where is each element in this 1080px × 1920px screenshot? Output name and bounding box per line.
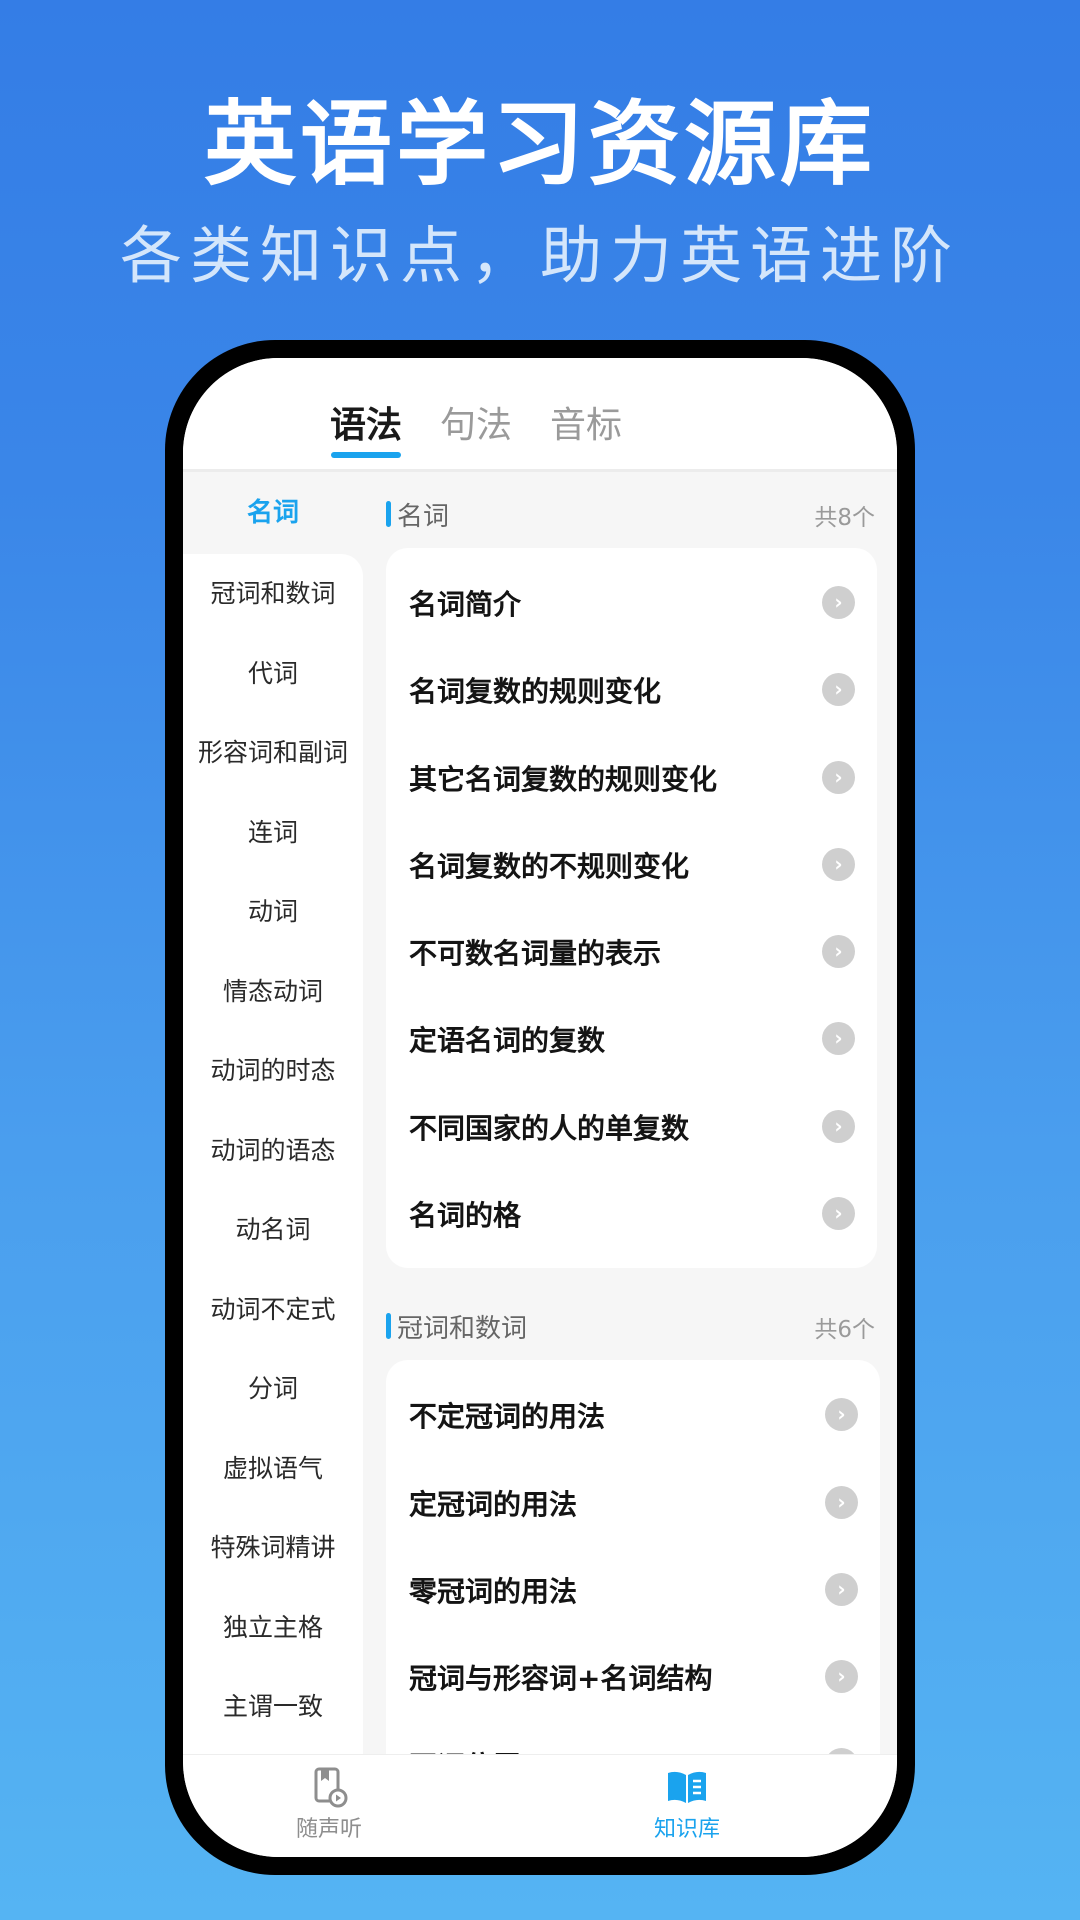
chevron-right-icon: › <box>822 586 855 619</box>
chevron-right-icon: › <box>822 673 855 707</box>
sidebar-item[interactable]: 情态动词 <box>183 952 363 1032</box>
topic-row[interactable]: 定语名词的复数 › <box>386 995 877 1082</box>
chevron-right-icon: › <box>822 847 855 881</box>
sidebar-item[interactable]: 独立主格 <box>183 1588 363 1668</box>
sidebar-item[interactable]: 动名词 <box>183 1190 363 1270</box>
topic-label: 定语名词的复数 <box>409 1024 606 1058</box>
topic-card: 名词简介 › 名词复数的规则变化 › 其它名词复数的规则变化 › 名词复数的不规则变化… <box>386 548 877 1269</box>
open-book-icon <box>668 1771 706 1803</box>
sidebar-item[interactable]: 连词 <box>183 793 363 873</box>
chevron-right-icon: › <box>822 1022 855 1056</box>
nav-label: 随声听 <box>295 1817 362 1842</box>
active-tab-indicator <box>331 452 401 458</box>
sidebar-item[interactable]: 虚拟语气 <box>183 1429 363 1509</box>
chevron-right-icon: › <box>822 1109 855 1143</box>
sidebar-item[interactable]: 形容词和副词 <box>183 713 363 793</box>
sidebar-item[interactable]: 动词的时态 <box>183 1031 363 1111</box>
phone-frame: 语法 句法 音标 名词 冠词和数词 代词 形容词和副词 连词 动词 情态动词 动… <box>165 340 915 1875</box>
topic-label: 名词简介 <box>409 588 522 621</box>
topic-label: 名词的格 <box>409 1199 522 1233</box>
chevron-right-icon: › <box>822 935 855 969</box>
chevron-right-icon: › <box>822 1197 855 1231</box>
audio-book-icon <box>314 1767 348 1808</box>
topic-label: 不可数名词量的表示 <box>409 937 662 971</box>
sidebar-item-active[interactable]: 名词 <box>183 472 363 554</box>
nav-item-knowledge[interactable]: 知识库 <box>627 1765 747 1843</box>
section-header: 冠词和数词 共6个 <box>363 1284 897 1360</box>
nav-label: 知识库 <box>653 1817 720 1842</box>
chevron-right-icon: › <box>825 1660 858 1694</box>
topic-row[interactable]: 零冠词的用法 › <box>386 1546 880 1633</box>
bottom-navigation: 随声听 知识库 <box>183 1754 897 1857</box>
topic-row[interactable]: 冠词位置› <box>386 1721 880 1754</box>
nav-item-listen[interactable]: 随声听 <box>269 1765 389 1843</box>
topic-label: 冠词位置 <box>409 1745 521 1754</box>
sidebar-item[interactable]: 分词 <box>183 1349 363 1429</box>
topic-row[interactable]: 其它名词复数的规则变化 › <box>386 734 877 821</box>
topic-row[interactable]: 定冠词的用法 › <box>386 1459 880 1546</box>
tab-phonetics[interactable]: 音标 <box>541 396 631 448</box>
topic-label: 名词复数的规则变化 <box>409 675 662 709</box>
topic-row[interactable]: 冠词与形容词+名词结构 › <box>386 1633 880 1720</box>
topic-label: 冠词与形容词+名词结构 <box>409 1662 713 1696</box>
sidebar-item[interactable]: 主谓一致 <box>183 1667 363 1747</box>
chevron-right-icon: › <box>825 1485 858 1519</box>
topic-label: 不定冠词的用法 <box>409 1400 606 1434</box>
chevron-right-icon: › <box>822 760 855 794</box>
sidebar-item[interactable]: 动词 <box>183 872 363 952</box>
topic-label: 名词复数的不规则变化 <box>409 849 690 883</box>
section-count: 共6个 <box>814 1317 875 1344</box>
section-header: 名词 共8个 <box>363 472 897 548</box>
tab-syntax[interactable]: 句法 <box>431 396 521 448</box>
sidebar-item[interactable]: 动词的语态 <box>183 1111 363 1191</box>
topic-row[interactable]: 不同国家的人的单复数 › <box>386 1083 877 1170</box>
section-count: 共8个 <box>814 505 875 531</box>
sidebar-item[interactable]: 代词 <box>183 634 363 714</box>
tab-grammar[interactable]: 语法 <box>321 396 411 448</box>
top-tab-bar: 语法 句法 音标 <box>183 358 897 472</box>
topic-label: 定冠词的用法 <box>409 1487 578 1521</box>
section-title: 名词 <box>397 502 450 532</box>
topic-row[interactable]: 不可数名词量的表示 › <box>386 908 877 995</box>
hero-title: 英语学习资源库 <box>203 91 876 198</box>
sidebar-item[interactable]: 特殊词精讲 <box>183 1508 363 1588</box>
section-accent-bar <box>386 1313 391 1340</box>
topic-row[interactable]: 名词简介 › <box>386 559 877 646</box>
sidebar-item[interactable]: 冠词和数词 <box>183 554 363 634</box>
sidebar-list: 冠词和数词 代词 形容词和副词 连词 动词 情态动词 动词的时态 动词的语态 动… <box>183 554 363 1754</box>
chevron-right-icon: › <box>825 1398 858 1432</box>
topic-row[interactable]: 不定冠词的用法 › <box>386 1371 880 1458</box>
topic-label: 零冠词的用法 <box>409 1574 578 1608</box>
topic-label: 其它名词复数的规则变化 <box>409 762 718 796</box>
category-sidebar: 名词 冠词和数词 代词 形容词和副词 连词 动词 情态动词 动词的时态 动词的语… <box>183 472 363 1754</box>
chevron-right-icon: › <box>825 1572 858 1606</box>
topic-list: 名词 共8个 名词简介 › 名词复数的规则变化 › 其它名词复数的规则变化 › 名词复… <box>363 472 897 1754</box>
topic-row[interactable]: 名词复数的不规则变化 › <box>386 821 877 908</box>
phone-screen: 语法 句法 音标 名词 冠词和数词 代词 形容词和副词 连词 动词 情态动词 动… <box>183 358 897 1857</box>
topic-label: 不同国家的人的单复数 <box>409 1111 690 1145</box>
sidebar-item[interactable]: 动词不定式 <box>183 1270 363 1350</box>
section-accent-bar <box>386 501 391 527</box>
section-title: 冠词和数词 <box>397 1314 528 1345</box>
topic-row[interactable]: 名词复数的规则变化 › <box>386 646 877 733</box>
topic-card: 不定冠词的用法 › 定冠词的用法 › 零冠词的用法 › 冠词与形容词+名词结构 › 冠词… <box>386 1360 880 1754</box>
topic-row[interactable]: 名词的格 › <box>386 1170 877 1257</box>
hero-subtitle: 各类知识点，助力英语进阶 <box>119 219 960 292</box>
